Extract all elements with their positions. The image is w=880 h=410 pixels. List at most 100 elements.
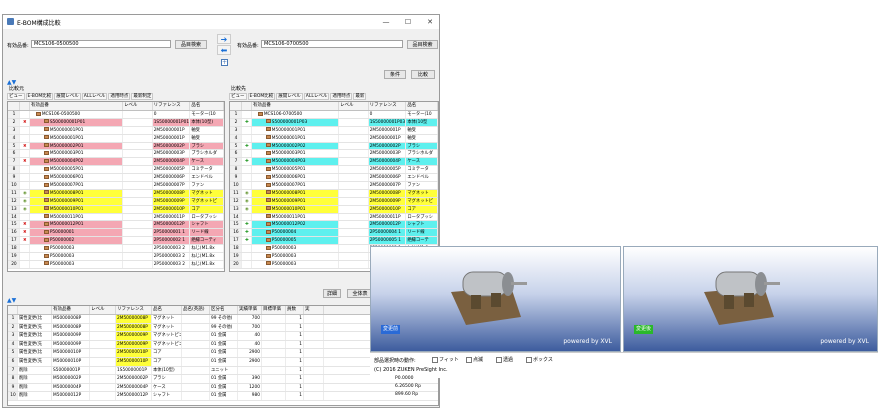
header-cell[interactable]: 目標単価 (262, 306, 286, 314)
blink-checkbox[interactable] (466, 356, 472, 363)
table-row[interactable]: 18 P50000003 2P50000003 2 ねじ(M1.8x (8, 245, 224, 254)
table-row[interactable]: 13 ◉ M50000010P01 2M50000010P コア (8, 205, 224, 214)
header-cell[interactable]: レベル (339, 102, 369, 110)
header-cell[interactable]: 有効品番 (252, 102, 339, 110)
table-row[interactable]: 14 M50000011P01 2M50000011P ロータブッシ (8, 213, 224, 222)
right-part-input[interactable]: MCS106-0700500 (261, 40, 403, 48)
left-search-button[interactable]: 品目検索 (175, 40, 207, 49)
table-row[interactable]: 6 M50000003P01 2M50000003P ブラシホルダ (8, 150, 224, 159)
detail-button[interactable]: 詳細 (323, 289, 341, 298)
tab-3[interactable]: ALLレベル (81, 93, 108, 100)
transparent-checkbox[interactable] (496, 356, 502, 363)
tab-5[interactable]: 最新 (353, 93, 367, 100)
table-row[interactable]: 17 ✚ P50000005 2P50000005 1 絶縁コーテ (230, 237, 438, 246)
table-row[interactable]: 11 ◉ M50000008P01 2M50000008P マグネット (230, 189, 438, 198)
header-cell[interactable]: 品名(英語) (182, 306, 210, 314)
table-row[interactable]: 13 ◉ M50000010P01 2M50000010P コア (230, 205, 438, 214)
close-button[interactable]: ✕ (423, 17, 437, 27)
header-cell[interactable] (242, 102, 252, 110)
table-row[interactable]: 5 ✚ M50000002P02 2M50000002P ブラシ (230, 142, 438, 151)
blink-option[interactable]: 点滅 (466, 356, 483, 363)
tab-3[interactable]: ALLレベル (303, 93, 330, 100)
table-row[interactable]: 16 ✚ P50000004 2P50000004 1 リード線 (230, 229, 438, 238)
table-row[interactable]: 12 ◉ M50000009P01 2M50000009P マグネットピ (230, 197, 438, 206)
tab-4[interactable]: 適用時点 (330, 93, 353, 100)
table-row[interactable]: 7 ✚ M50000004P03 2M50000004P ケース (230, 158, 438, 167)
minimize-button[interactable]: — (379, 17, 393, 27)
header-cell[interactable] (8, 306, 18, 314)
box-option[interactable]: ボックス (526, 356, 553, 363)
tab-2[interactable]: 展開レベル (54, 93, 81, 100)
table-row[interactable]: 4 M50000001P01 2M50000001P 軸受 (230, 134, 438, 143)
left-part-input[interactable]: MCS106-0500500 (31, 40, 171, 48)
table-row[interactable]: 9 M50000006P01 2M50000006P エンドベル (230, 174, 438, 183)
tab-0[interactable]: ビュー (7, 93, 25, 100)
table-row[interactable]: 7 ✖ M50000004P02 2M50000004P ケース (8, 158, 224, 167)
table-row[interactable]: 1 MCS106-0700500 0 モーター(10 (230, 111, 438, 119)
header-cell[interactable]: 実績単価 (238, 306, 262, 314)
table-row[interactable]: 3 M50000001P01 2M50000001P 軸受 (230, 126, 438, 135)
tab-0[interactable]: ビュー (229, 93, 247, 100)
table-row[interactable]: 19 P50000003 2P50000003 2 ねじ(M1.8x (8, 253, 224, 261)
table-row[interactable]: 12 ◉ M50000009P01 2M50000009P マグネットピ (8, 197, 224, 206)
table-row[interactable]: 10 M50000007P01 2M50000007P ファン (8, 182, 224, 190)
table-row[interactable]: 2 ✚ S500000001P03 1S50000001P03 本体(10型 (230, 118, 438, 127)
table-row[interactable]: 15 ✖ M50000012P01 2M50000012P シャフト (8, 221, 224, 230)
header-cell[interactable]: 有効品番 (52, 306, 90, 314)
header-cell[interactable]: レベル (90, 306, 116, 314)
header-cell[interactable]: 区分名 (210, 306, 238, 314)
table-row[interactable]: 20 P50000003 2P50000003 2 ねじ(M1.8x (8, 260, 224, 269)
tab-2[interactable]: 展開レベル (276, 93, 303, 100)
before-viewer[interactable]: 変更前 powered by XVL (370, 246, 621, 352)
collapse-diff-icon[interactable]: ▲▼ (7, 297, 16, 304)
copy-left-arrow-icon[interactable]: ⬅ (217, 45, 231, 55)
expand-icon[interactable]: + (221, 59, 228, 66)
table-row[interactable]: 4 M50000001P01 2M50000001P 軸受 (8, 134, 224, 143)
header-cell[interactable]: 品名 (190, 102, 224, 110)
right-search-button[interactable]: 品目検索 (407, 40, 438, 49)
header-cell[interactable]: 品名 (152, 306, 182, 314)
table-row[interactable]: 1 MCS106-0500500 0 モーター(10 (8, 111, 224, 119)
table-row[interactable]: 14 M50000011P01 2M50000011P ロータブッシ (230, 213, 438, 222)
tab-4[interactable]: 適用時点 (108, 93, 131, 100)
tab-5[interactable]: 最新制定 (131, 93, 154, 100)
maximize-button[interactable]: ☐ (401, 17, 415, 27)
header-cell[interactable]: 品名 (406, 102, 438, 110)
transparent-option[interactable]: 透過 (496, 356, 513, 363)
header-cell[interactable] (18, 306, 52, 314)
table-row[interactable]: 5 ✖ M50000002P01 2M50000002P ブラシ (8, 142, 224, 151)
fit-checkbox[interactable] (432, 356, 438, 363)
header-cell[interactable] (8, 102, 20, 110)
header-cell[interactable]: リファレンス (153, 102, 191, 110)
table-row[interactable]: 11 ◉ M50000008P01 2M50000008P マグネット (8, 189, 224, 198)
header-cell[interactable]: リファレンス (369, 102, 407, 110)
table-row[interactable]: 6 M50000003P01 2M50000003P ブラシホルダ (230, 150, 438, 159)
name-cell: ブラシ (406, 142, 438, 150)
table-row[interactable]: 8 M50000005P01 2M50000005P コミテータ (230, 166, 438, 175)
header-cell[interactable]: 員数 (286, 306, 304, 314)
table-row[interactable]: 9 M50000006P01 2M50000006P エンドベル (8, 174, 224, 183)
header-cell[interactable]: リファレンス (116, 306, 152, 314)
table-row[interactable]: 16 ✖ P50000001 2P50000001 1 リード線 (8, 229, 224, 238)
after-viewer[interactable]: 変更後 powered by XVL (623, 246, 878, 352)
header-cell[interactable]: レベル (123, 102, 153, 110)
header-cell[interactable]: 有効品番 (30, 102, 123, 110)
header-cell[interactable] (20, 102, 30, 110)
tab-1[interactable]: E-BOM比較 (25, 93, 54, 100)
box-checkbox[interactable] (526, 356, 532, 363)
table-row[interactable]: 3 M50000001P01 2M50000001P 軸受 (8, 126, 224, 135)
header-cell[interactable]: 実 (304, 306, 324, 314)
table-row[interactable]: 8 M50000005P01 2M50000005P コミテータ (8, 166, 224, 175)
table-row[interactable]: 2 ✖ S500000001P01 1S50000001P01 本体(10型) (8, 118, 224, 127)
table-row[interactable]: 15 ✚ M50000012P02 2M50000012P シャフト (230, 221, 438, 230)
table-row[interactable]: 17 ✖ P50000002 2P50000002 1 絶縁コーティ (8, 237, 224, 246)
condition-button[interactable]: 条件 (384, 70, 406, 79)
tab-1[interactable]: E-BOM比較 (247, 93, 276, 100)
fit-option[interactable]: フィット (432, 356, 459, 363)
header-cell[interactable] (230, 102, 242, 110)
table-row[interactable]: 10 M50000007P01 2M50000007P ファン (230, 182, 438, 190)
compare-button[interactable]: 比較 (411, 70, 435, 79)
table-row[interactable]: 10 削除 M50000012P 2M50000012P シャフト 01 金属 980 1 (8, 392, 438, 401)
table-row[interactable]: 9 削除 M50000004P 2M50000004P ケース 01 金属 1200 1 (8, 383, 438, 393)
copy-right-arrow-icon[interactable]: ➔ (217, 34, 231, 44)
